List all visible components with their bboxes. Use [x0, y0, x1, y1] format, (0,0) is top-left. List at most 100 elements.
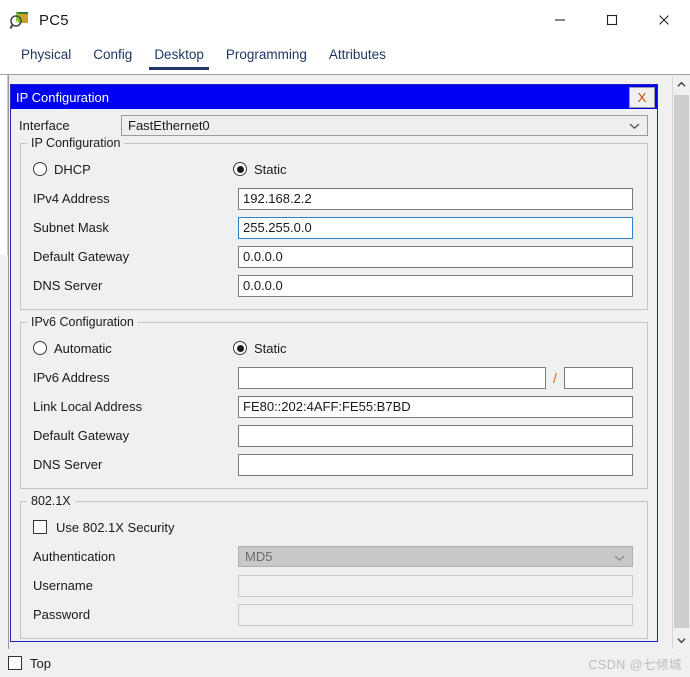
ipv4-default-gateway-input[interactable]: 0.0.0.0 — [238, 245, 633, 268]
username-label: Username — [33, 578, 93, 593]
radio-unselected-icon — [33, 341, 47, 355]
password-row: Password — [21, 600, 647, 629]
ipv4-dns-server-row: DNS Server 0.0.0.0 — [21, 271, 647, 300]
ip-configuration-titlebar: IP Configuration X — [11, 85, 657, 109]
top-checkbox-label: Top — [30, 655, 51, 671]
ipv4-configuration-group: IP Configuration DHCP Static IPv4 Addres… — [20, 136, 648, 310]
ipv4-dns-server-input[interactable]: 0.0.0.0 — [238, 274, 633, 297]
window-controls — [534, 0, 690, 40]
ipv6-dns-server-row: DNS Server — [21, 450, 647, 479]
close-button[interactable] — [638, 0, 690, 40]
ipv4-address-label: IPv4 Address — [33, 191, 110, 206]
tab-programming[interactable]: Programming — [215, 40, 318, 70]
username-row: Username — [21, 571, 647, 600]
chevron-down-icon — [614, 549, 625, 564]
use-dot1x-security-label: Use 802.1X Security — [56, 519, 175, 535]
ipv6-static-radio[interactable]: Static — [233, 341, 287, 356]
footer-bar: Top CSDN @七倾城 — [0, 649, 690, 677]
watermark: CSDN @七倾城 — [588, 657, 682, 672]
close-icon — [659, 15, 669, 25]
authentication-value: MD5 — [245, 549, 273, 564]
tab-bar: Physical Config Desktop Programming Attr… — [0, 40, 690, 74]
interface-label: Interface — [19, 117, 70, 133]
ip-configuration-body: Interface FastEthernet0 IP Configuration — [11, 111, 657, 643]
link-local-address-row: Link Local Address FE80::202:4AFF:FE55:B… — [21, 392, 647, 421]
ipv4-static-radio[interactable]: Static — [233, 162, 287, 177]
ipv6-mode-row: Automatic Static — [21, 333, 647, 363]
vertical-scrollbar[interactable] — [672, 76, 690, 649]
ipv6-address-input[interactable] — [238, 366, 546, 389]
subnet-mask-input[interactable]: 255.255.0.0 — [238, 216, 633, 239]
ipv6-dns-server-label: DNS Server — [33, 457, 103, 472]
ipv4-static-label: Static — [254, 161, 287, 177]
use-dot1x-security-row[interactable]: Use 802.1X Security — [21, 512, 647, 542]
radio-selected-icon — [233, 162, 247, 176]
chevron-down-icon — [677, 638, 686, 644]
interface-select[interactable]: FastEthernet0 — [121, 114, 648, 136]
ipv6-address-label: IPv6 Address — [33, 370, 110, 385]
authentication-label: Authentication — [33, 549, 116, 564]
tab-config[interactable]: Config — [82, 40, 143, 70]
left-edge-strip — [0, 75, 9, 650]
tab-desktop-label: Desktop — [154, 47, 204, 62]
ipv6-default-gateway-input[interactable] — [238, 424, 633, 447]
ipv4-address-input[interactable]: 192.168.2.2 — [238, 187, 633, 210]
dot1x-group: 802.1X Use 802.1X Security Authenticatio… — [20, 494, 648, 639]
title-bar: PC5 — [0, 0, 690, 40]
ip-configuration-close-button[interactable]: X — [629, 87, 655, 108]
ipv6-address-row: IPv6 Address / — [21, 363, 647, 392]
ipv6-address-group: / — [238, 366, 633, 389]
packet-tracer-device-icon — [9, 9, 31, 31]
ipv4-default-gateway-row: Default Gateway 0.0.0.0 — [21, 242, 647, 271]
username-input — [238, 574, 633, 597]
subnet-mask-row: Subnet Mask 255.255.0.0 — [21, 213, 647, 242]
maximize-icon — [606, 14, 618, 26]
tab-programming-label: Programming — [225, 47, 307, 62]
minimize-button[interactable] — [534, 0, 586, 40]
ipv6-static-label: Static — [254, 340, 287, 356]
scroll-down-button[interactable] — [673, 632, 690, 649]
ipv4-address-row: IPv4 Address 192.168.2.2 — [21, 184, 647, 213]
interface-row: Interface FastEthernet0 — [11, 111, 657, 139]
ipv4-dhcp-radio[interactable]: DHCP — [33, 162, 233, 177]
ipv4-dhcp-label: DHCP — [54, 161, 91, 177]
ipv6-group-legend: IPv6 Configuration — [27, 315, 138, 329]
ipv6-dns-server-input[interactable] — [238, 453, 633, 476]
subnet-mask-label: Subnet Mask — [33, 220, 109, 235]
ipv6-default-gateway-row: Default Gateway — [21, 421, 647, 450]
link-local-address-input[interactable]: FE80::202:4AFF:FE55:B7BD — [238, 395, 633, 418]
password-label: Password — [33, 607, 91, 622]
tab-attributes[interactable]: Attributes — [318, 40, 397, 70]
chevron-up-icon — [677, 81, 686, 87]
authentication-select: MD5 — [238, 546, 633, 567]
password-input — [238, 603, 633, 626]
window-title: PC5 — [39, 11, 69, 29]
maximize-button[interactable] — [586, 0, 638, 40]
ip-configuration-window: IP Configuration X Interface FastEtherne… — [10, 84, 658, 642]
radio-unselected-icon — [33, 162, 47, 176]
ipv6-automatic-radio[interactable]: Automatic — [33, 341, 233, 356]
ipv6-configuration-group: IPv6 Configuration Automatic Static IPv6… — [20, 315, 648, 489]
checkbox-unchecked-icon — [33, 520, 47, 534]
ip-configuration-title: IP Configuration — [16, 89, 109, 105]
ipv6-prefix-separator: / — [553, 369, 557, 386]
ipv6-prefix-length-input[interactable] — [563, 366, 633, 389]
authentication-row: Authentication MD5 — [21, 542, 647, 571]
ipv4-default-gateway-label: Default Gateway — [33, 249, 130, 264]
tab-physical[interactable]: Physical — [10, 40, 82, 70]
top-checkbox[interactable]: Top — [8, 656, 51, 671]
tab-physical-label: Physical — [21, 47, 72, 62]
chevron-down-icon — [629, 118, 640, 133]
minimize-icon — [555, 19, 565, 21]
link-local-address-label: Link Local Address — [33, 399, 143, 414]
interface-value: FastEthernet0 — [128, 117, 210, 133]
radio-selected-icon — [233, 341, 247, 355]
ipv4-mode-row: DHCP Static — [21, 154, 647, 184]
ipv6-automatic-label: Automatic — [54, 340, 112, 356]
ipv6-default-gateway-label: Default Gateway — [33, 428, 130, 443]
tab-attributes-label: Attributes — [328, 47, 386, 62]
scroll-up-button[interactable] — [673, 76, 690, 93]
tab-desktop[interactable]: Desktop — [143, 40, 215, 70]
scrollbar-thumb[interactable] — [674, 95, 689, 628]
tab-config-label: Config — [93, 47, 133, 62]
